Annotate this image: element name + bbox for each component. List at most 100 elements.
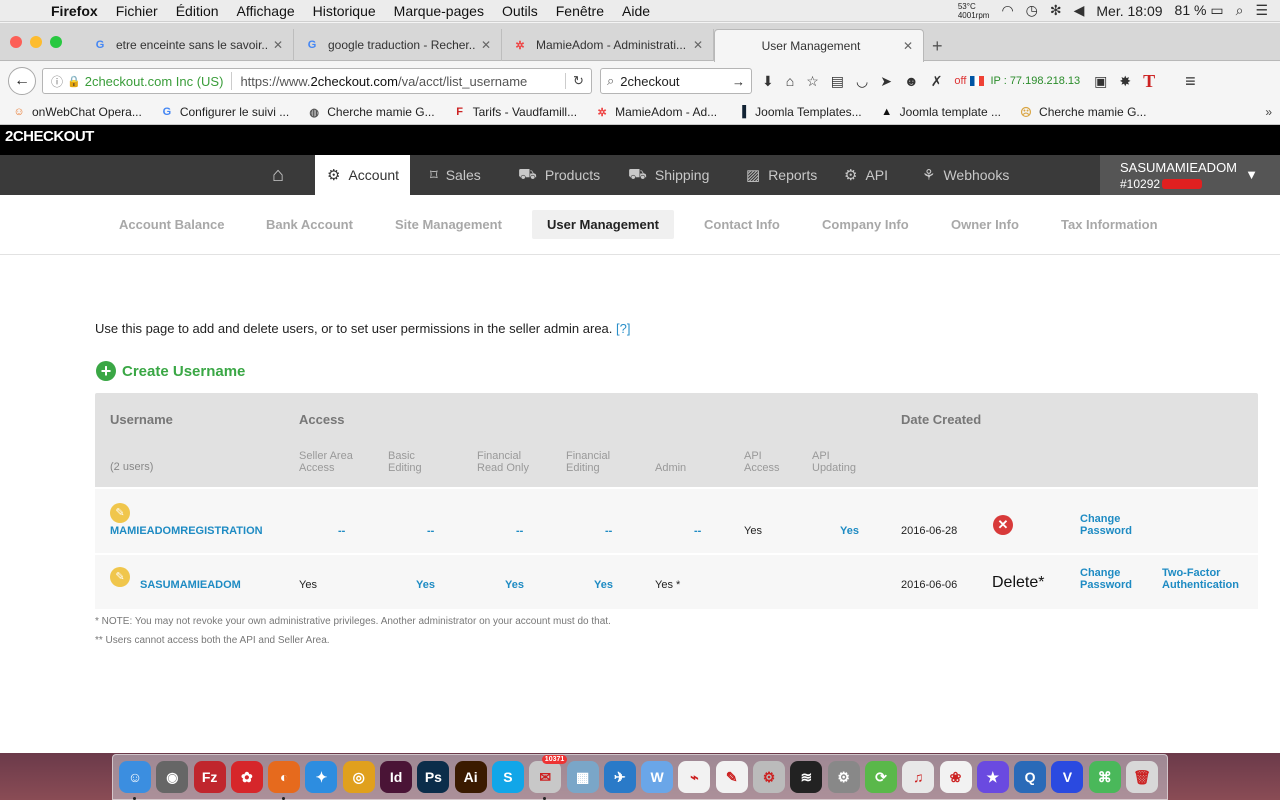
perm-seller[interactable]: -- <box>338 525 345 537</box>
username-link[interactable]: MAMIEADOMREGISTRATION <box>110 525 263 537</box>
username-link[interactable]: SASUMAMIEADOM <box>140 579 241 591</box>
translate-icon[interactable]: T <box>1143 71 1155 92</box>
arrow-right-icon[interactable]: → <box>732 74 745 89</box>
menu-app-firefox[interactable]: Firefox <box>42 3 107 19</box>
perm-finedit[interactable]: Yes <box>594 579 613 591</box>
back-button[interactable]: ← <box>8 67 36 95</box>
help-link[interactable]: [?] <box>616 321 630 336</box>
bookmark-item[interactable]: ◍ Cherche mamie G... <box>307 105 434 119</box>
spotlight-icon[interactable]: ⌕ <box>1236 2 1244 19</box>
emoji-icon[interactable]: ☻ <box>904 73 919 89</box>
info-icon[interactable]: ⓘ <box>51 73 63 90</box>
menu-fenetre[interactable]: Fenêtre <box>547 3 613 19</box>
bookmark-item[interactable]: ✲ MamieAdom - Ad... <box>595 105 717 119</box>
nav-webhooks[interactable]: ⚘ Webhooks <box>922 155 1009 195</box>
menu-affichage[interactable]: Affichage <box>228 3 304 19</box>
bookmark-star-icon[interactable]: ☆ <box>806 73 819 90</box>
perm-admin[interactable]: -- <box>694 525 701 537</box>
battery-status[interactable]: 81 % ▭ <box>1175 2 1224 19</box>
extension-icon[interactable]: ✸ <box>1119 73 1131 90</box>
subnav-contact-info[interactable]: Contact Info <box>704 210 780 239</box>
preview-icon[interactable]: ▦ <box>566 761 599 793</box>
nav-products[interactable]: ⛟ Products <box>518 155 600 195</box>
nav-sales[interactable]: ⌑ Sales <box>430 155 481 195</box>
edit-pencil-icon[interactable]: ✎ <box>110 503 130 523</box>
temperature-readout[interactable]: 53°C 4001rpm <box>958 2 990 20</box>
subnav-user-management[interactable]: User Management <box>532 210 674 239</box>
illustrator-icon[interactable]: Ai <box>454 761 487 793</box>
send-icon[interactable]: ➤ <box>880 73 892 90</box>
mail-icon[interactable]: ✉ 10371 <box>529 755 568 800</box>
pocket-icon[interactable]: ◡ <box>856 73 868 90</box>
strawberry-icon[interactable]: ✿ <box>230 761 263 793</box>
subnav-tax-information[interactable]: Tax Information <box>1061 210 1158 239</box>
change-password-link[interactable]: Change Password <box>1080 567 1132 591</box>
photos-icon[interactable]: ❀ <box>939 761 972 793</box>
perm-basic[interactable]: -- <box>427 525 434 537</box>
script-icon[interactable]: ⚙ <box>753 761 786 793</box>
finder-icon[interactable]: ☺ <box>119 761 151 800</box>
menu-outils[interactable]: Outils <box>493 3 547 19</box>
menu-historique[interactable]: Historique <box>304 3 385 19</box>
close-tab-icon[interactable]: ✕ <box>903 39 913 53</box>
vectorize-icon[interactable]: V <box>1051 761 1084 793</box>
search-input[interactable]: 2checkout <box>620 74 732 89</box>
menu-aide[interactable]: Aide <box>613 3 659 19</box>
perm-finro[interactable]: -- <box>516 525 523 537</box>
perm-basic[interactable]: Yes <box>416 579 435 591</box>
minimize-window-button[interactable] <box>30 36 42 48</box>
close-tab-icon[interactable]: ✕ <box>481 38 491 52</box>
network-icon[interactable]: ⌘ <box>1088 761 1121 793</box>
account-dropdown[interactable]: SASUMAMIEADOM #10292 ▼ <box>1100 155 1280 195</box>
imovie-icon[interactable]: ★ <box>976 761 1009 793</box>
time-machine-icon[interactable]: ◷ <box>1026 2 1038 19</box>
zoom-window-button[interactable] <box>50 36 62 48</box>
tab-2[interactable]: ✲ MamieAdom - Administrati... ✕ <box>502 29 714 61</box>
quicktime-icon[interactable]: Q <box>1014 761 1047 793</box>
delete-user-icon[interactable]: ✕ <box>993 515 1013 535</box>
change-password-link[interactable]: Change Password <box>1080 513 1132 537</box>
preferences-icon[interactable]: ⚙ <box>827 761 860 793</box>
nav-shipping[interactable]: ⛟ Shipping <box>628 155 709 195</box>
subnav-owner-info[interactable]: Owner Info <box>951 210 1019 239</box>
search-box[interactable]: ⌕ 2checkout → <box>600 68 752 94</box>
itunes-icon[interactable]: ♫ <box>902 761 935 793</box>
nav-home[interactable]: ⌂ <box>272 155 292 195</box>
script-blocker-icon[interactable]: ✗ <box>931 73 943 90</box>
addon-off-label[interactable]: off <box>954 75 966 87</box>
skype-icon[interactable]: S <box>491 761 524 793</box>
filezilla-icon[interactable]: Fz <box>193 761 226 793</box>
bird-icon[interactable]: ✈ <box>603 761 636 793</box>
notification-center-icon[interactable]: ☰ <box>1255 2 1268 19</box>
tab-1[interactable]: G google traduction - Recher... ✕ <box>294 29 502 61</box>
bookmark-item[interactable]: ☺ onWebChat Opera... <box>12 105 141 119</box>
site-logo[interactable]: 2CHECKOUT <box>0 125 1280 155</box>
safari-icon[interactable]: ✦ <box>305 761 338 793</box>
firefox-icon[interactable]: ◐ <box>268 761 301 800</box>
close-window-button[interactable] <box>10 36 22 48</box>
textedit-icon[interactable]: ✎ <box>715 761 748 793</box>
chrome-icon[interactable]: ◎ <box>342 761 375 793</box>
acrobat-icon[interactable]: ⌁ <box>678 761 711 793</box>
hamburger-menu-icon[interactable]: ≡ <box>1185 71 1196 92</box>
close-tab-icon[interactable]: ✕ <box>273 38 283 52</box>
sync-icon[interactable]: ⟳ <box>864 761 897 793</box>
photoshop-icon[interactable]: Ps <box>417 761 450 793</box>
indesign-icon[interactable]: Id <box>380 761 413 793</box>
close-tab-icon[interactable]: ✕ <box>693 38 703 52</box>
reading-list-icon[interactable]: ▤ <box>831 73 844 90</box>
bookmark-item[interactable]: G Configurer le suivi ... <box>160 105 290 119</box>
activity-monitor-icon[interactable]: ≋ <box>790 761 823 793</box>
screenshot-icon[interactable]: ▣ <box>1094 73 1107 90</box>
tab-0[interactable]: G etre enceinte sans le savoir... ✕ <box>82 29 294 61</box>
url-text[interactable]: https://www.2checkout.com/va/acct/list_u… <box>240 74 565 89</box>
site-identity[interactable]: 2checkout.com Inc (US) <box>85 74 224 89</box>
bookmark-item[interactable]: ☹ Cherche mamie G... <box>1019 105 1146 119</box>
bookmark-item[interactable]: F Tarifs - Vaudfamill... <box>453 105 577 119</box>
subnav-site-management[interactable]: Site Management <box>395 210 502 239</box>
subnav-company-info[interactable]: Company Info <box>822 210 909 239</box>
menu-edition[interactable]: Édition <box>167 3 228 19</box>
clock[interactable]: Mer. 18:09 <box>1096 3 1162 19</box>
nav-api[interactable]: ⚙ API <box>844 155 888 195</box>
nav-reports[interactable]: ▨ Reports <box>746 155 817 195</box>
